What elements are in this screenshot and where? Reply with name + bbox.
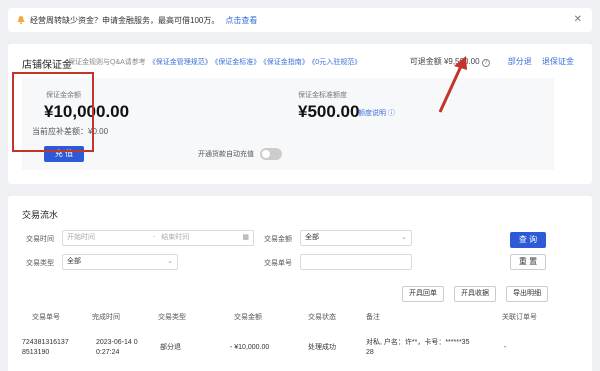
rule-link[interactable]: 《保证金标准》	[215, 59, 261, 66]
cell-type: 部分退	[160, 344, 181, 351]
cell-remark: 对私, 户名：许**，卡号：******35 28	[366, 339, 470, 356]
column-header: 完成时间	[92, 314, 120, 321]
deposit-title: 店铺保证金	[22, 60, 72, 71]
notice-text: 经营周转缺少资金？申请金融服务，最高可借100万。	[30, 15, 220, 25]
open-receipt-button[interactable]: 开具收据	[454, 286, 496, 302]
column-header: 交易金额	[234, 314, 262, 321]
column-header: 交易类型	[158, 314, 186, 321]
deposit-summary: 保证金余额 ¥10,000.00 当前应补差额：¥0.00 充 值 开通货款自动…	[22, 78, 554, 170]
deposit-panel: 店铺保证金 保证金规则与Q&A请参考 《保证金管理规范》 《保证金标准》 《保证金指南…	[8, 44, 592, 184]
chevron-down-icon: ⌄	[167, 258, 173, 265]
refund-deposit-link[interactable]: 退保证金	[542, 57, 574, 66]
time-label: 交易时间	[26, 236, 54, 243]
partial-refund-link[interactable]: 部分退	[508, 57, 532, 66]
notice-link[interactable]: 点击查看	[225, 15, 257, 26]
deposit-rule-links: 保证金规则与Q&A请参考 《保证金管理规范》 《保证金标准》 《保证金指南》 《0元入驻…	[68, 57, 361, 67]
chevron-down-icon: ⌄	[401, 234, 407, 241]
number-input[interactable]	[300, 254, 412, 270]
range-separator: -	[152, 234, 156, 241]
notice-bar: 经营周转缺少资金？申请金融服务，最高可借100万。 点击查看 ✕	[8, 8, 592, 32]
amount-select[interactable]: 全部 ⌄	[300, 230, 412, 246]
column-header: 交易单号	[32, 314, 60, 321]
rule-link[interactable]: 《保证金管理规范》	[149, 59, 212, 66]
quota-detail-link[interactable]: 额度说明 ⓘ	[358, 108, 395, 118]
cell-order: -	[504, 344, 507, 351]
time-range-input[interactable]: 开始时间 - 结束时间 ▦	[62, 230, 254, 246]
column-header: 备注	[366, 314, 380, 321]
query-button[interactable]: 查 询	[510, 232, 546, 248]
standard-value: ¥500.00	[298, 102, 360, 121]
export-button[interactable]: 导出明细	[506, 286, 548, 302]
type-label: 交易类型	[26, 260, 54, 267]
column-header: 交易状态	[308, 314, 336, 321]
deposit-note: 保证金规则与Q&A请参考	[68, 59, 146, 66]
column-header: 关联订单号	[502, 314, 537, 321]
transactions-panel: 交易流水 交易时间 开始时间 - 结束时间 ▦ 交易金额 全部 ⌄ 查 询 交易…	[8, 196, 592, 371]
type-select[interactable]: 全部 ⌄	[62, 254, 178, 270]
auto-recharge-toggle-row: 开通货款自动充值	[198, 148, 282, 160]
transactions-title: 交易流水	[22, 210, 59, 220]
auto-recharge-label: 开通货款自动充值	[198, 151, 254, 158]
reset-button[interactable]: 重 置	[510, 254, 546, 270]
end-time-placeholder: 结束时间	[161, 234, 190, 241]
cell-status: 处理成功	[308, 344, 336, 351]
calendar-icon: ▦	[242, 234, 249, 241]
annotation-arrow	[438, 56, 467, 113]
cell-number: 724381316137 8513190	[22, 339, 69, 356]
rule-link[interactable]: 《0元入驻规范》	[312, 59, 361, 66]
cell-amount: - ¥10,000.00	[230, 344, 270, 351]
amount-label: 交易金额	[264, 236, 292, 243]
start-time-placeholder: 开始时间	[67, 234, 95, 241]
number-label: 交易单号	[264, 260, 292, 267]
annotation-highlight-box	[12, 72, 94, 152]
standard-label: 保证金标准额度	[298, 92, 347, 99]
info-icon: ⓘ	[387, 110, 395, 117]
help-icon[interactable]: ?	[481, 59, 490, 67]
open-invoice-button[interactable]: 开具回单	[402, 286, 444, 302]
cell-time: 2023-06-14 0 0:27:24	[96, 339, 138, 356]
rule-link[interactable]: 《保证金指南》	[263, 59, 309, 66]
auto-recharge-toggle[interactable]	[260, 148, 282, 160]
bell-icon	[17, 16, 25, 25]
close-icon[interactable]: ✕	[574, 14, 582, 25]
